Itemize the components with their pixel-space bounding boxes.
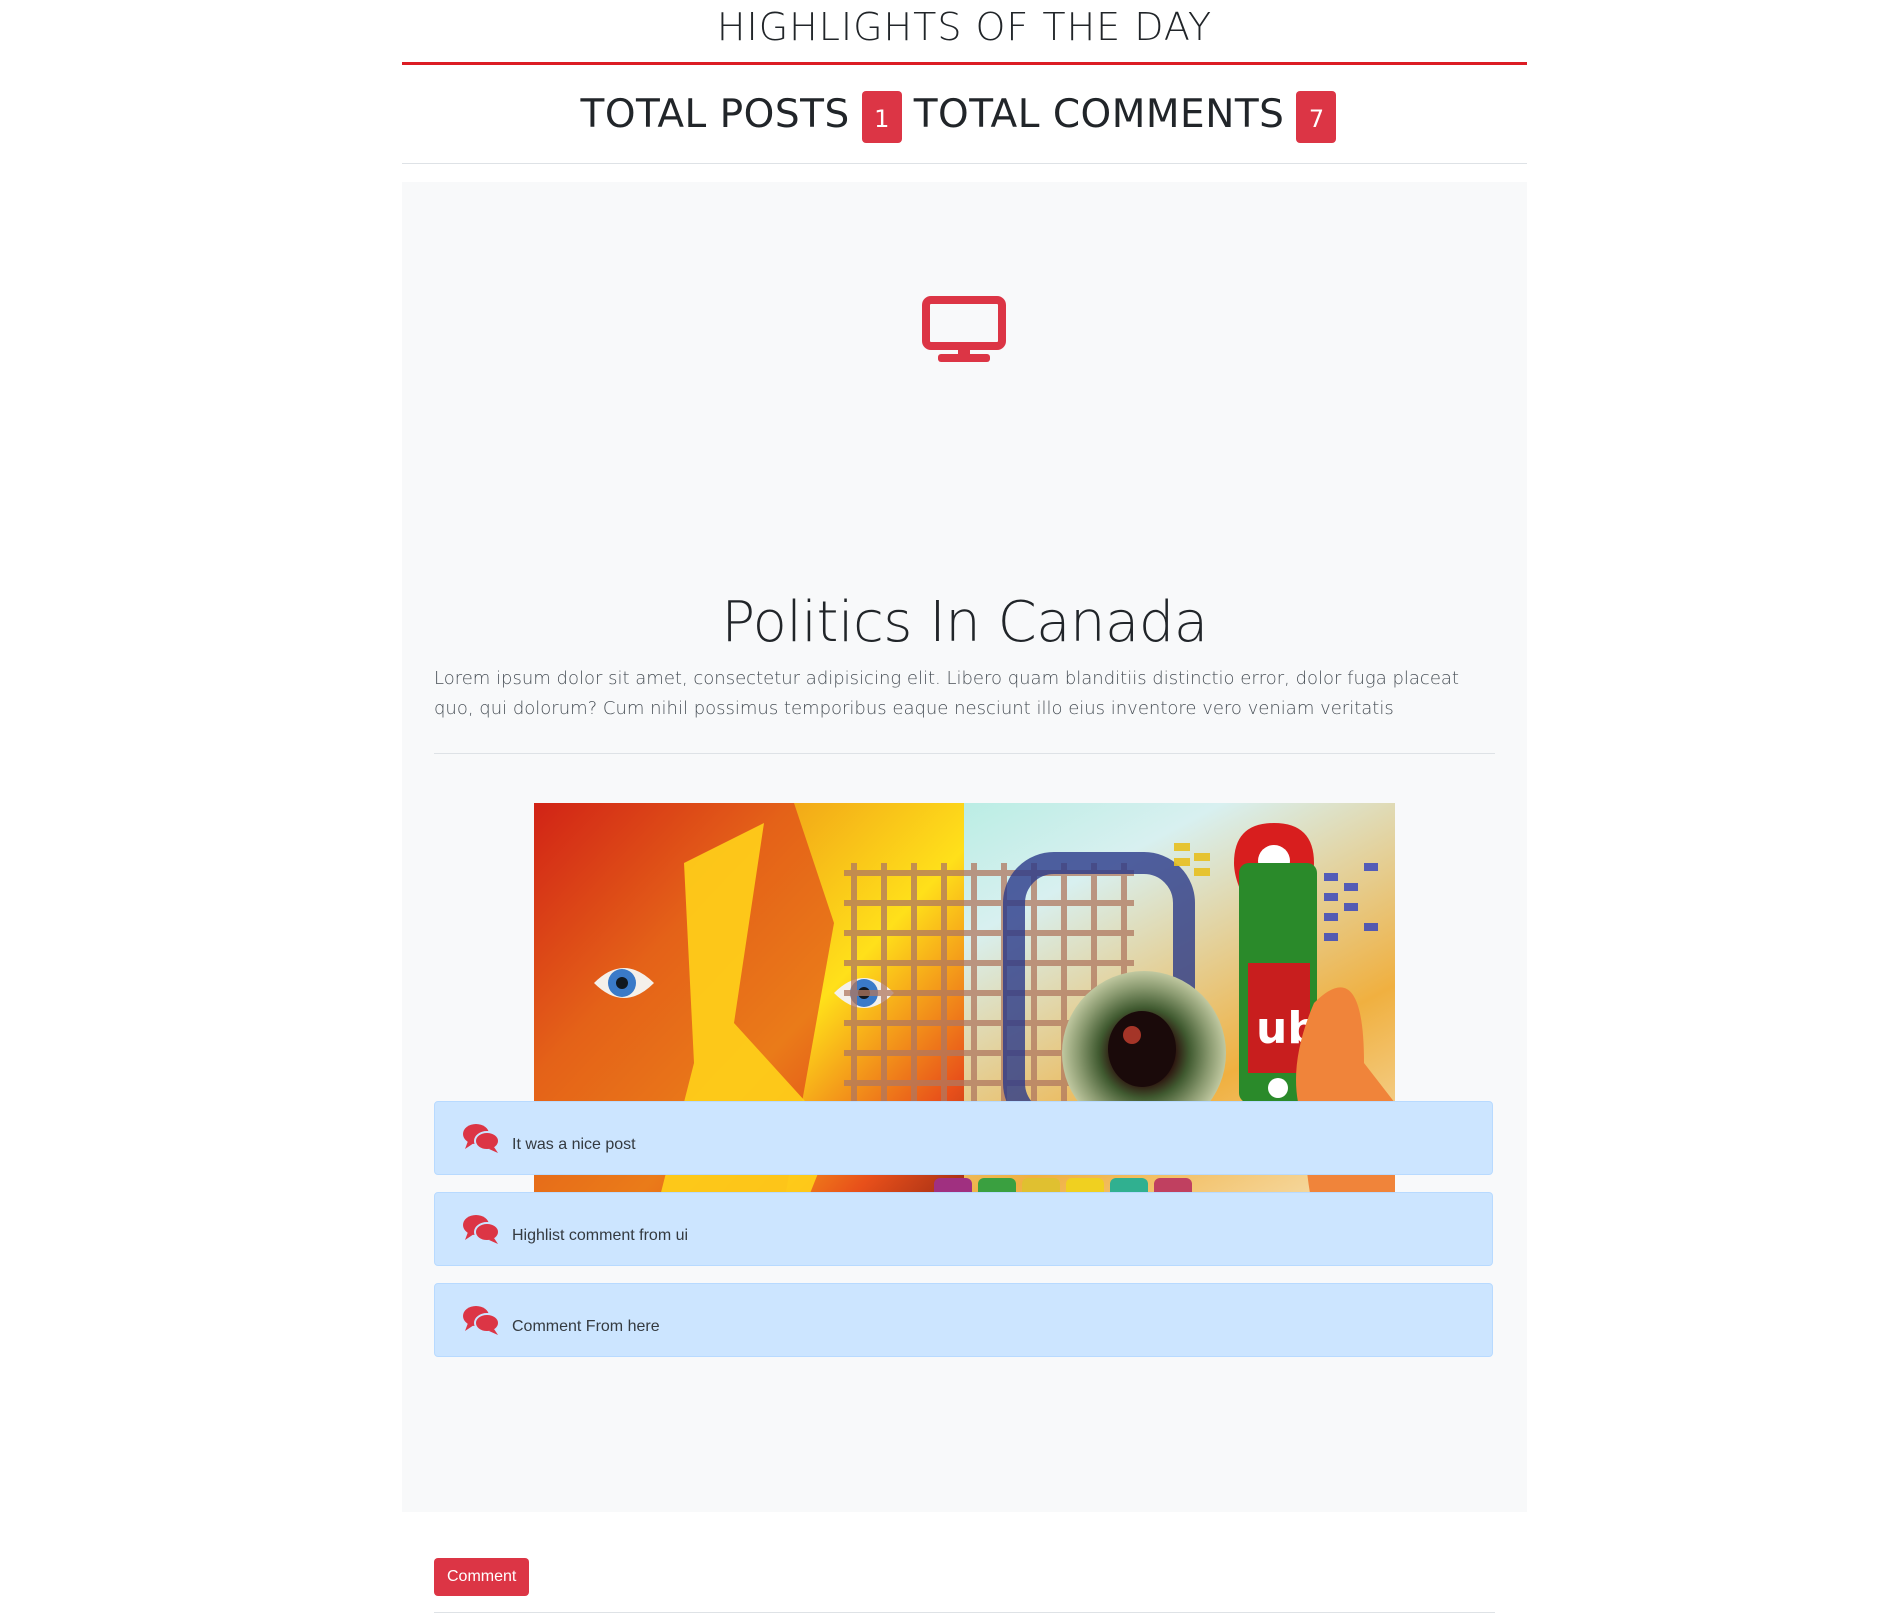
page-container: HIGHLIGHTS OF THE DAY TOTAL POSTS 1 TOTA… — [402, 0, 1527, 1613]
post-title: Politics In Canada — [721, 590, 1208, 655]
total-comments-label: TOTAL COMMENTS — [913, 91, 1285, 137]
comment-button[interactable]: Comment — [434, 1558, 530, 1596]
comments-icon — [463, 1306, 500, 1335]
comment-item: It was a nice post — [434, 1101, 1493, 1175]
post-body: Lorem ipsum dolor sit amet, consectetur … — [434, 668, 1459, 719]
comment-item: Highlist comment from ui — [434, 1192, 1493, 1266]
total-comments-badge: 7 — [1296, 91, 1337, 143]
comment-item: Comment From here — [434, 1283, 1493, 1357]
comment-text: Comment From here — [512, 1318, 660, 1335]
comments-icon — [463, 1124, 500, 1153]
post-divider — [434, 753, 1495, 754]
monitor-icon — [922, 296, 1006, 362]
post-image-art: ube — [534, 803, 1395, 1259]
comment-text: It was a nice post — [512, 1136, 636, 1153]
page-title: HIGHLIGHTS OF THE DAY — [716, 5, 1213, 49]
comment-text: Highlist comment from ui — [512, 1227, 689, 1244]
post-card: Politics In Canada Lorem ipsum dolor sit… — [402, 182, 1527, 1613]
total-posts-label: TOTAL POSTS — [580, 91, 850, 137]
total-posts-badge: 1 — [861, 91, 902, 143]
post-image: ube — [534, 803, 1395, 1259]
stats-bar: TOTAL POSTS 1 TOTAL COMMENTS 7 — [402, 65, 1527, 164]
comments-icon — [463, 1215, 500, 1244]
